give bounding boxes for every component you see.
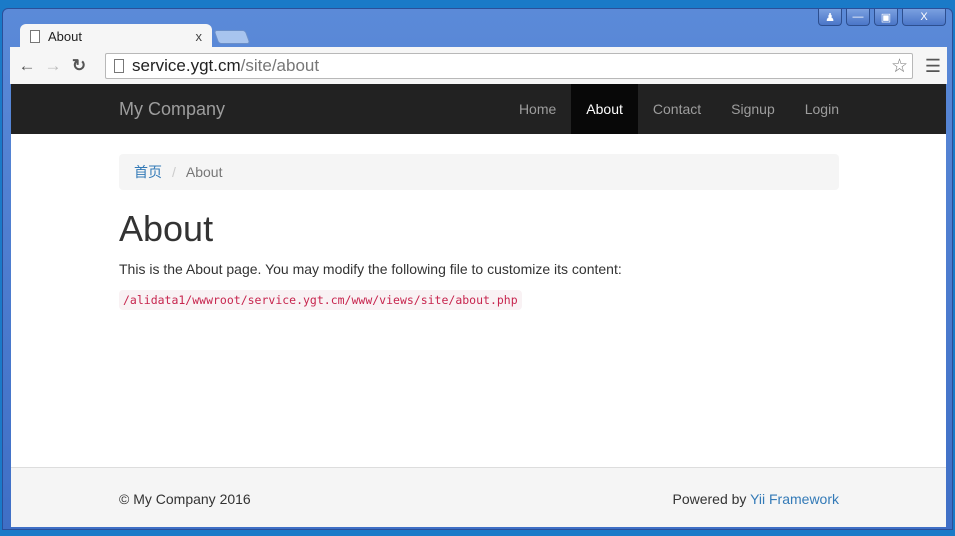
page-icon — [114, 59, 124, 73]
new-tab-button[interactable] — [213, 30, 251, 44]
powered-by: Powered by Yii Framework — [672, 491, 839, 507]
minimize-button[interactable]: — — [846, 9, 870, 26]
powered-prefix: Powered by — [672, 491, 747, 507]
browser-tab[interactable]: About x — [20, 24, 212, 48]
nav-home[interactable]: Home — [504, 84, 571, 134]
page-viewport: My Company Home About Contact Signup Log… — [11, 84, 946, 527]
footer: © My Company 2016 Powered by Yii Framewo… — [11, 467, 946, 527]
browser-toolbar: ← → ↻ service.ygt.cm/site/about ☆ ☰ — [10, 47, 947, 84]
reload-icon[interactable]: ↻ — [68, 56, 90, 76]
nav-signup[interactable]: Signup — [716, 84, 790, 134]
navbar: My Company Home About Contact Signup Log… — [11, 84, 946, 134]
nav-about[interactable]: About — [571, 84, 638, 134]
nav-login[interactable]: Login — [790, 84, 854, 134]
tab-title: About — [48, 28, 82, 44]
menu-icon[interactable]: ☰ — [925, 56, 941, 77]
window-controls: ♟ — ▣ X — [818, 9, 946, 26]
bookmark-star-icon[interactable]: ☆ — [891, 55, 908, 78]
file-path: /alidata1/wwwroot/service.ygt.cm/www/vie… — [119, 290, 522, 310]
url-host: service.ygt.cm — [132, 56, 241, 75]
tab-close-icon[interactable]: x — [196, 29, 203, 44]
address-bar[interactable]: service.ygt.cm/site/about ☆ — [105, 53, 913, 79]
maximize-button[interactable]: ▣ — [874, 9, 898, 26]
back-icon[interactable]: ← — [16, 56, 38, 76]
breadcrumb-home[interactable]: 首页 — [134, 162, 162, 182]
page-title: About — [119, 208, 214, 249]
breadcrumb: 首页 / About — [119, 154, 839, 190]
url-path: /site/about — [240, 56, 320, 75]
nav-contact[interactable]: Contact — [638, 84, 716, 134]
breadcrumb-separator: / — [172, 164, 176, 180]
copyright: © My Company 2016 — [119, 491, 251, 507]
forward-icon[interactable]: → — [42, 56, 64, 76]
intro-text: This is the About page. You may modify t… — [119, 261, 622, 277]
page-icon — [30, 29, 40, 43]
close-window-button[interactable]: X — [902, 9, 946, 26]
breadcrumb-current: About — [185, 164, 223, 180]
brand-link[interactable]: My Company — [119, 99, 225, 120]
yii-link[interactable]: Yii Framework — [750, 491, 839, 507]
user-icon[interactable]: ♟ — [818, 9, 842, 26]
